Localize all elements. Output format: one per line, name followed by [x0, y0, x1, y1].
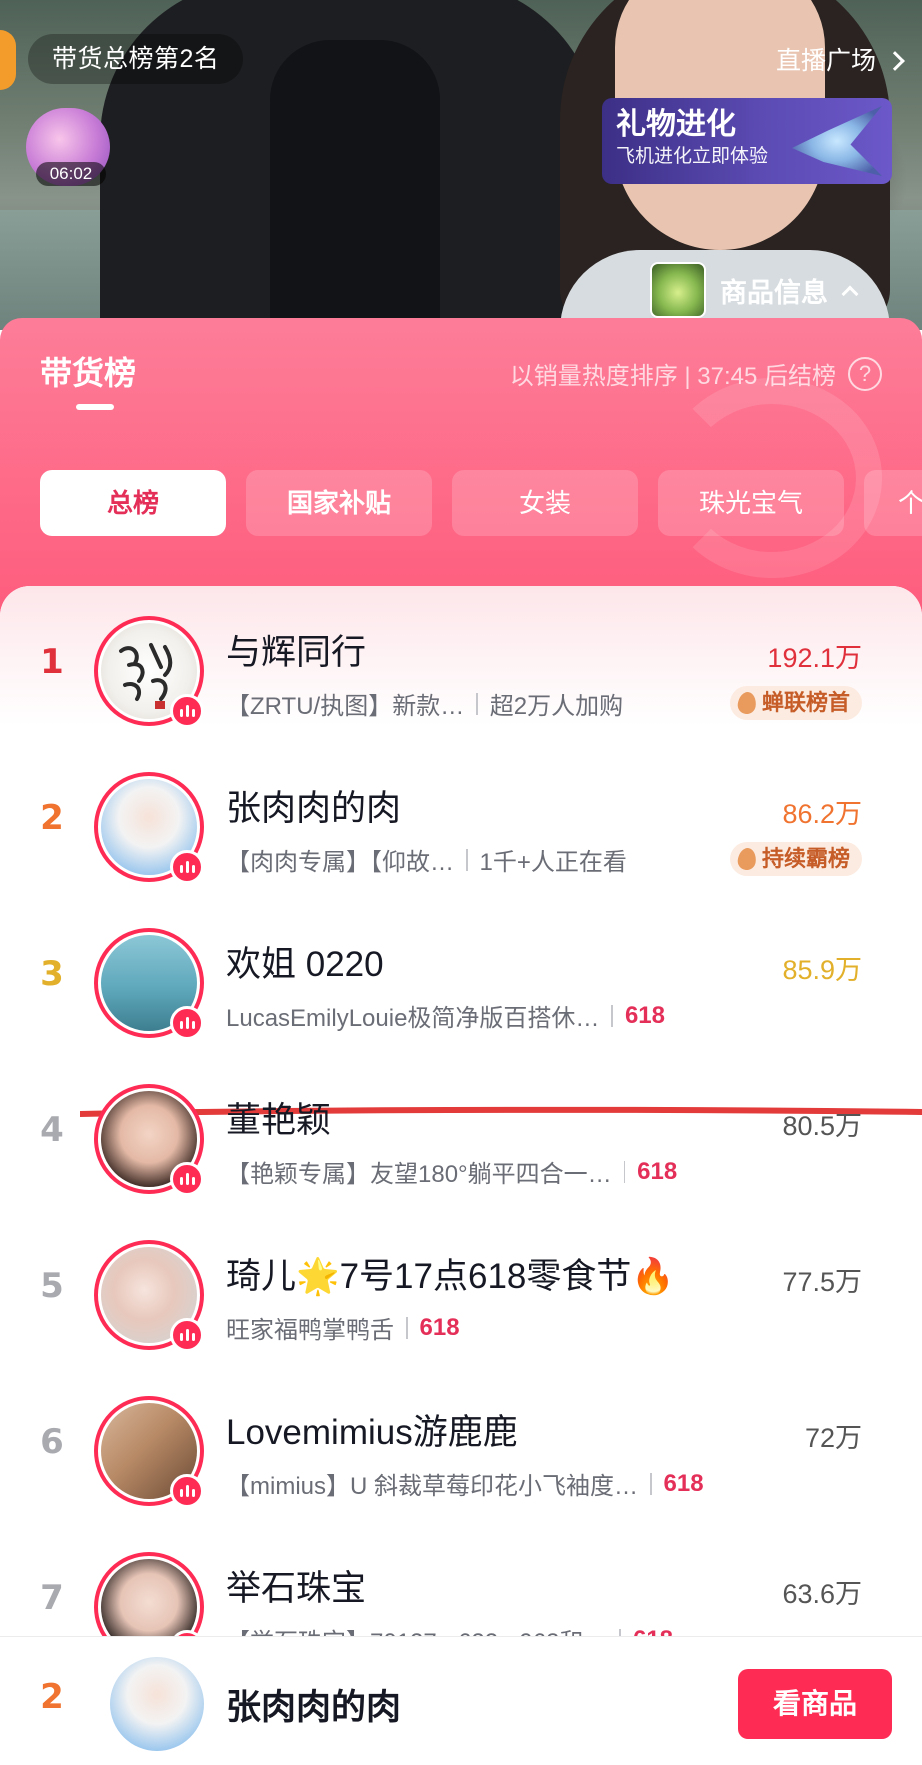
tab-overall[interactable]: 总榜: [40, 470, 226, 536]
avatar[interactable]: [94, 772, 204, 884]
avatar[interactable]: [94, 928, 204, 1040]
panel-title[interactable]: 带货榜: [40, 348, 136, 394]
sales-value: 72万: [804, 1423, 862, 1453]
streamer-name: 与辉同行: [226, 633, 367, 672]
live-badge-icon: [170, 850, 204, 884]
list-item[interactable]: 6 Lovemimius游鹿鹿 【mimius】U 斜裁草莓印花小飞袖度… 61…: [0, 1376, 922, 1532]
product-title: 【ZRTU/执图】新款…: [226, 693, 465, 720]
sales-value: 86.2万: [782, 799, 862, 829]
sales-value: 80.5万: [782, 1111, 862, 1141]
tab-national-subsidy[interactable]: 国家补贴: [246, 470, 432, 536]
live-badge-icon: [170, 1318, 204, 1352]
status-badge-label: 持续霸榜: [761, 846, 850, 871]
streamer-name: 欢姐 0220: [226, 945, 384, 984]
chevron-right-icon: [885, 51, 905, 71]
list-item[interactable]: 1 与辉同行 【ZRTU/执图】新款… 超2万人加购 192.1万 蝉联榜首: [0, 596, 922, 752]
streamer-name: 举石珠宝: [226, 1569, 367, 1608]
rank-number: 6: [40, 1422, 64, 1462]
promo-tag: 618: [419, 1313, 460, 1341]
divider: [611, 1004, 613, 1027]
view-products-button[interactable]: 看商品: [738, 1669, 892, 1739]
promo-tag: 618: [624, 1001, 665, 1029]
rank-pill[interactable]: 带货总榜第2名: [28, 34, 244, 84]
product-title: 【艳颖专属】友望180°躺平四合一…: [226, 1161, 612, 1188]
video-person-man-shirt: [270, 40, 440, 330]
avatar[interactable]: [110, 1657, 204, 1751]
streamer-name: Lovemimius游鹿鹿: [226, 1413, 518, 1452]
sales-value: 77.5万: [782, 1267, 862, 1297]
rank-number: 3: [40, 954, 64, 994]
divider: [466, 848, 468, 871]
product-desc: 【艳颖专属】友望180°躺平四合一… 618: [226, 1154, 677, 1189]
rank-number: 1: [40, 642, 64, 682]
product-title: 旺家福鸭掌鸭舌: [226, 1317, 394, 1344]
live-plaza-link[interactable]: 直播广场: [775, 40, 905, 82]
live-badge-icon: [170, 1006, 204, 1040]
category-tabs: 总榜 国家补贴 女装 珠光宝气 个: [40, 470, 922, 536]
gift-evolution-banner[interactable]: 礼物进化 飞机进化立即体验: [602, 98, 892, 184]
live-badge-icon: [170, 1474, 204, 1508]
list-item[interactable]: 3 欢姐 0220 LucasEmilyLouie极简净版百搭休… 618 85…: [0, 908, 922, 1064]
status-badge-label: 蝉联榜首: [761, 690, 850, 715]
divider: [650, 1472, 652, 1495]
rank-number: 4: [40, 1110, 64, 1150]
ranking-list[interactable]: 1 与辉同行 【ZRTU/执图】新款… 超2万人加购 192.1万 蝉联榜首 2…: [0, 586, 922, 1765]
list-item[interactable]: 4 董艳颖 【艳颖专属】友望180°躺平四合一… 618 80.5万: [0, 1064, 922, 1220]
extra-info: 超2万人加购: [489, 693, 624, 720]
rank-number: 5: [40, 1266, 64, 1306]
sales-value: 85.9万: [782, 955, 862, 985]
product-title: 【肉肉专属】【仰故…: [226, 849, 454, 876]
extra-info: 1千+人正在看: [479, 849, 627, 876]
product-desc: 旺家福鸭掌鸭舌 618: [226, 1310, 460, 1345]
ranking-rule-text: 以销量热度排序 | 37:45 后结榜: [509, 363, 836, 390]
divider: [623, 1160, 626, 1183]
streamer-name: 张肉肉的肉: [226, 789, 402, 828]
streamer-name: 董艳颖: [226, 1101, 332, 1140]
divider: [406, 1316, 408, 1339]
product-desc: 【肉肉专属】【仰故… 1千+人正在看: [226, 842, 627, 877]
promo-tag: 618: [663, 1469, 704, 1497]
live-edge-icon: [0, 30, 16, 90]
streamer-name: 琦儿🌟7号17点618零食节🔥: [226, 1257, 675, 1296]
panel-subtitle: 以销量热度排序 | 37:45 后结榜 ?: [510, 356, 882, 391]
product-info-button[interactable]: 商品信息: [650, 262, 859, 318]
tab-more[interactable]: 个: [864, 470, 922, 536]
chevron-up-icon: [841, 285, 859, 303]
flame-icon: [736, 690, 758, 716]
product-info-label: 商品信息: [720, 277, 828, 308]
sales-value: 192.1万: [767, 643, 862, 673]
avatar[interactable]: [94, 1084, 204, 1196]
rank-number: 7: [40, 1578, 64, 1618]
sales-ranking-panel: 带货榜 以销量热度排序 | 37:45 后结榜 ? 总榜 国家补贴 女装 珠光宝…: [0, 318, 922, 1765]
list-item[interactable]: 5 琦儿🌟7号17点618零食节🔥 旺家福鸭掌鸭舌 618 77.5万: [0, 1220, 922, 1376]
product-thumbnail: [650, 262, 706, 318]
product-desc: 【ZRTU/执图】新款… 超2万人加购: [226, 686, 623, 721]
live-badge-icon: [170, 1162, 204, 1196]
list-item[interactable]: 2 张肉肉的肉 【肉肉专属】【仰故… 1千+人正在看 86.2万 持续霸榜: [0, 752, 922, 908]
rank-number: 2: [40, 798, 64, 838]
live-plaza-label: 直播广场: [775, 47, 876, 75]
tab-womens-clothing[interactable]: 女装: [452, 470, 638, 536]
help-icon[interactable]: ?: [848, 356, 882, 391]
promo-tag: 618: [637, 1157, 678, 1185]
status-badge: 蝉联榜首: [729, 686, 862, 720]
avatar[interactable]: [94, 1396, 204, 1508]
divider: [476, 692, 478, 715]
product-desc: 【mimius】U 斜裁草莓印花小飞袖度… 618: [226, 1466, 704, 1501]
tab-jewelry[interactable]: 珠光宝气: [658, 470, 844, 536]
product-title: LucasEmilyLouie极简净版百搭休…: [226, 1005, 600, 1032]
flame-icon: [736, 846, 758, 872]
current-streamer-name: 张肉肉的肉: [226, 1688, 402, 1727]
live-badge-icon: [170, 694, 204, 728]
avatar[interactable]: [94, 1240, 204, 1352]
panel-title-underline: [76, 404, 114, 410]
avatar[interactable]: [94, 616, 204, 728]
current-rank-number: 2: [40, 1677, 64, 1717]
gift-timer: 06:02: [36, 162, 106, 186]
product-title: 【mimius】U 斜裁草莓印花小飞袖度…: [226, 1473, 638, 1500]
current-streamer-bar[interactable]: 2 张肉肉的肉 看商品: [0, 1636, 922, 1765]
sales-value: 63.6万: [782, 1579, 862, 1609]
product-desc: LucasEmilyLouie极简净版百搭休… 618: [226, 998, 665, 1033]
status-badge: 持续霸榜: [729, 842, 862, 876]
